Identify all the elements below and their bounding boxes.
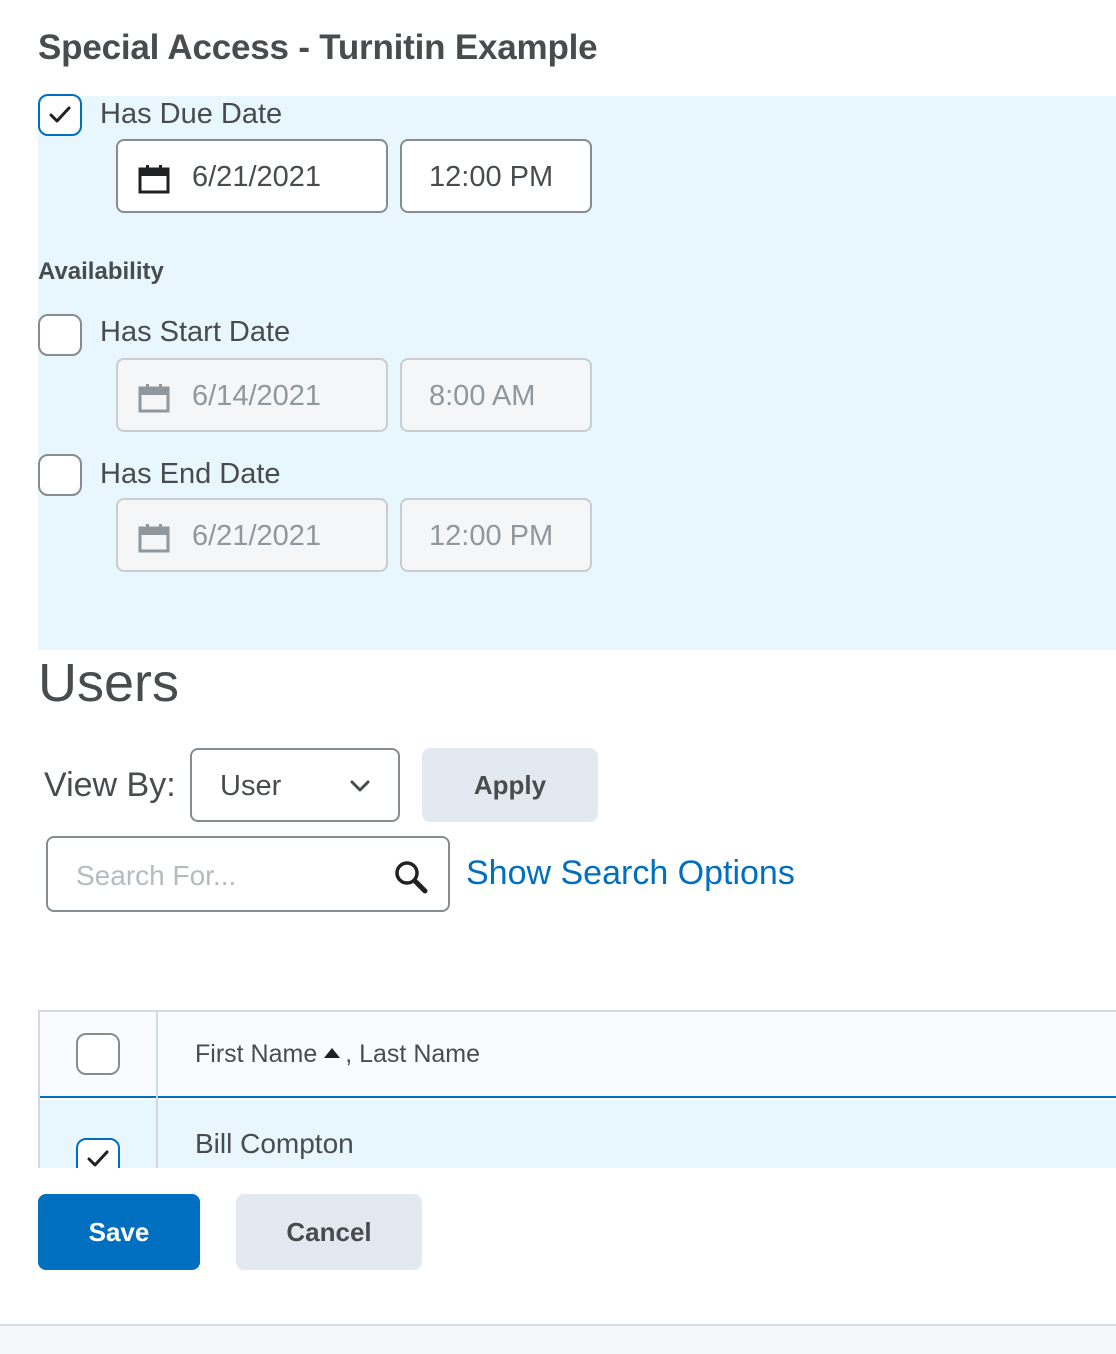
search-input[interactable]: Search For...: [46, 836, 450, 912]
start-time-input[interactable]: 8:00 AM: [400, 358, 592, 432]
user-name: Bill Compton: [195, 1128, 354, 1159]
end-time-input[interactable]: 12:00 PM: [400, 498, 592, 572]
users-heading: Users: [38, 653, 180, 713]
due-date-input[interactable]: 6/21/2021: [116, 139, 388, 213]
has-due-date-checkbox[interactable]: [38, 94, 82, 136]
chevron-down-icon: [350, 780, 370, 792]
page-title: Special Access - Turnitin Example: [38, 28, 598, 67]
end-time-value: 12:00 PM: [429, 520, 554, 552]
name-column-header[interactable]: First Name , Last Name: [195, 1040, 480, 1069]
last-name-sort-link[interactable]: , Last Name: [345, 1040, 480, 1068]
save-button[interactable]: Save: [38, 1194, 200, 1270]
calendar-icon: [138, 524, 170, 553]
start-date-input[interactable]: 6/14/2021: [116, 358, 388, 432]
due-time-value: 12:00 PM: [429, 161, 554, 193]
end-date-input[interactable]: 6/21/2021: [116, 498, 388, 572]
due-time-input[interactable]: 12:00 PM: [400, 139, 592, 213]
cancel-button[interactable]: Cancel: [236, 1194, 422, 1270]
show-search-options-link[interactable]: Show Search Options: [466, 854, 795, 893]
checkmark-icon: [87, 1150, 109, 1167]
has-end-date-checkbox[interactable]: [38, 454, 82, 496]
first-name-sort-link[interactable]: First Name: [195, 1040, 317, 1068]
start-time-value: 8:00 AM: [429, 380, 536, 412]
select-all-checkbox[interactable]: [76, 1033, 120, 1075]
start-date-value: 6/14/2021: [192, 380, 322, 412]
users-table: First Name , Last Name Bill Compton: [38, 1010, 1116, 1168]
column-divider: [156, 1012, 158, 1168]
view-by-value: User: [220, 770, 282, 802]
due-date-value: 6/21/2021: [192, 161, 322, 193]
view-by-select[interactable]: User: [190, 748, 400, 822]
has-start-date-checkbox[interactable]: [38, 314, 82, 356]
table-header: First Name , Last Name: [40, 1012, 1116, 1098]
search-placeholder: Search For...: [76, 860, 237, 891]
footer-bar: [0, 1324, 1116, 1354]
checkmark-icon: [49, 106, 71, 123]
sort-ascending-icon: [324, 1048, 341, 1059]
availability-heading: Availability: [38, 258, 164, 285]
table-row: Bill Compton: [40, 1100, 1116, 1168]
calendar-icon: [138, 165, 170, 194]
row-checkbox[interactable]: [76, 1138, 120, 1168]
end-date-value: 6/21/2021: [192, 520, 322, 552]
has-due-date-label: Has Due Date: [100, 98, 283, 130]
view-by-label: View By:: [44, 766, 176, 804]
search-icon[interactable]: [394, 860, 428, 894]
has-start-date-label: Has Start Date: [100, 316, 291, 348]
calendar-icon: [138, 384, 170, 413]
has-end-date-label: Has End Date: [100, 458, 281, 490]
apply-button[interactable]: Apply: [422, 748, 598, 822]
